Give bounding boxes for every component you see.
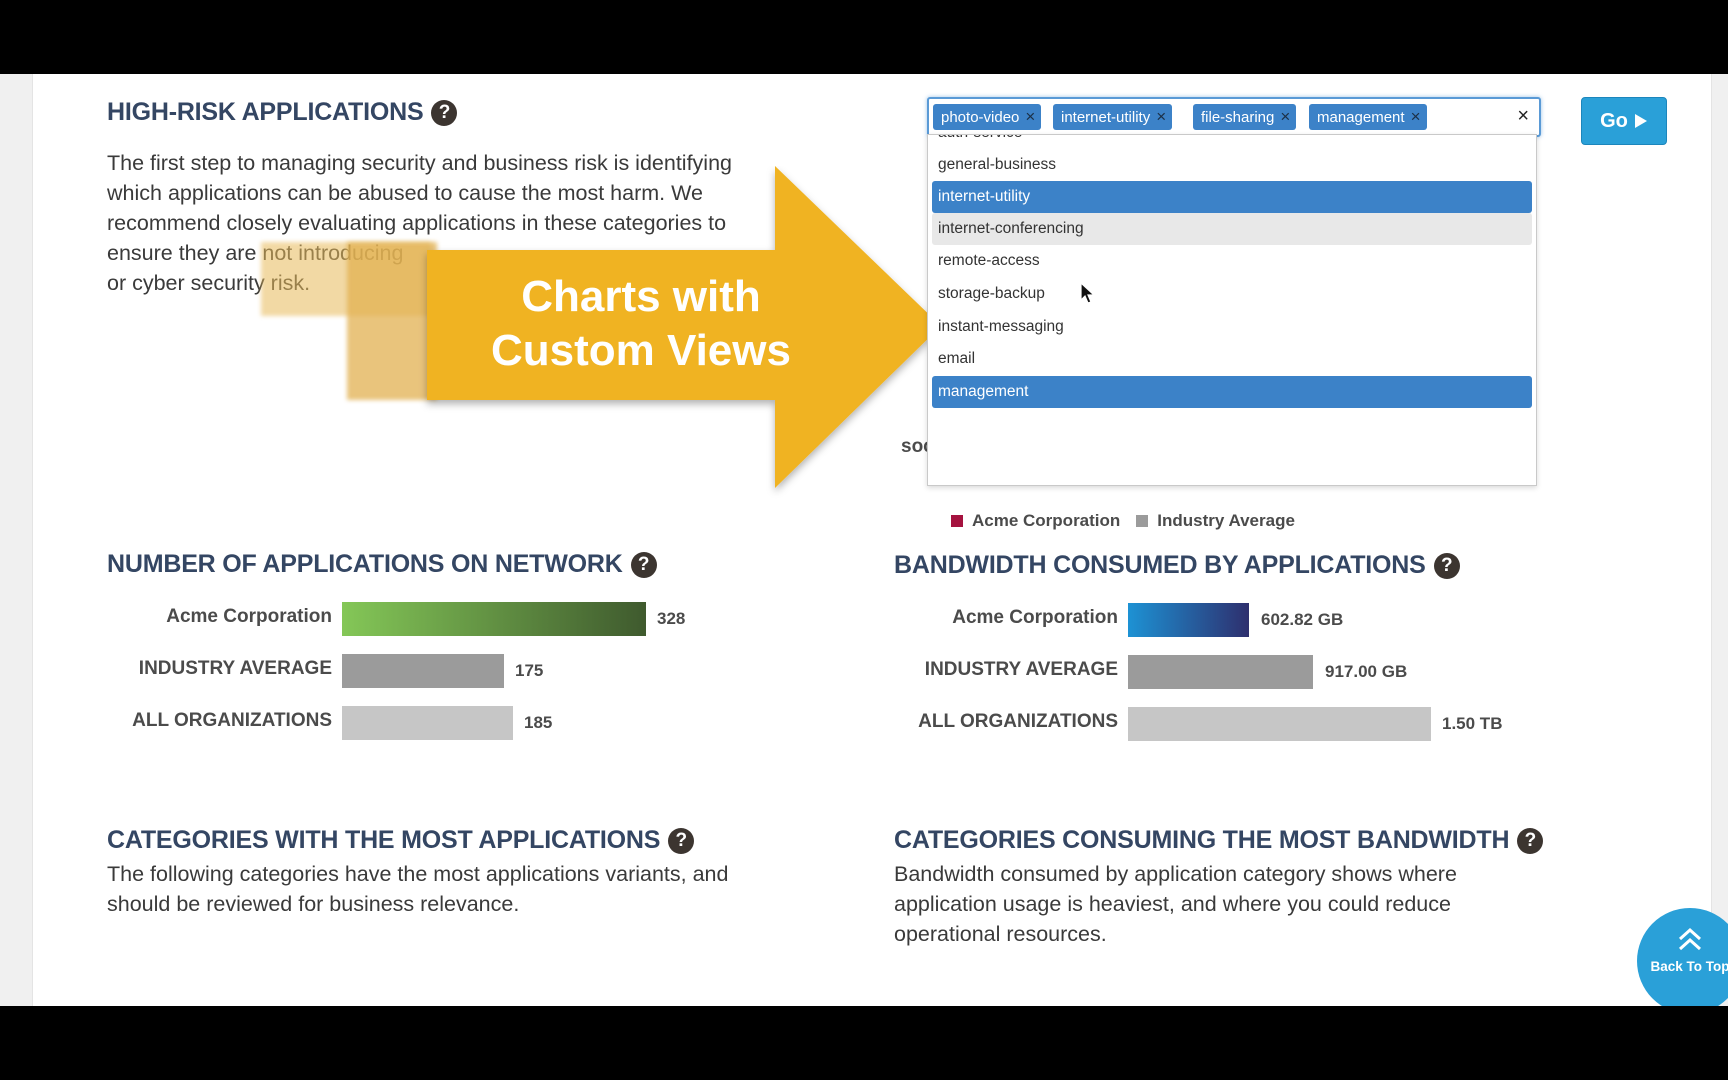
paragraph-line: The following categories have the most a… [107,862,729,886]
bandwidth-value-all: 1.50 TB [1442,714,1503,733]
go-button-label: Go [1600,109,1628,132]
category-dropdown[interactable]: auth-service general-business internet-u… [927,134,1537,486]
back-to-top-label: Back To Top [1650,959,1728,974]
letterbox-bottom [0,1006,1728,1080]
dropdown-option[interactable]: auth-service [932,135,1532,149]
legend-label-acme: Acme Corporation [972,511,1121,530]
bar-label-industry: INDUSTRY AVERAGE [138,658,332,679]
bandwidth-value-industry: 917.00 GB [1325,662,1408,681]
dropdown-option[interactable]: email [932,343,1532,375]
remove-tag-icon[interactable]: × [1280,107,1290,127]
tag-internet-utility: internet-utility × [1053,104,1173,130]
remove-tag-icon[interactable]: × [1156,107,1166,127]
double-chevron-up-icon [1678,927,1702,951]
remove-tag-icon[interactable]: × [1411,107,1421,127]
categories-bandwidth-title: CATEGORIES CONSUMING THE MOST BANDWIDTH … [894,826,1544,855]
help-icon[interactable]: ? [1433,552,1460,579]
page-background: HIGH-RISK APPLICATIONS ? The first step … [0,74,1728,1006]
bandwidth-title-text: BANDWIDTH CONSUMED BY APPLICATIONS [894,551,1426,579]
apps-bar-industry [342,654,504,688]
categories-most-apps-paragraph: The following categories have the most a… [107,859,827,919]
tag-photo-video: photo-video × [933,104,1042,130]
bandwidth-value-acme: 602.82 GB [1261,610,1344,629]
help-icon[interactable]: ? [1517,827,1544,854]
categories-most-apps-title-text: CATEGORIES WITH THE MOST APPLICATIONS [107,826,661,854]
callout-text-line: Custom Views [491,326,791,375]
legend-label-industry: Industry Average [1157,511,1295,530]
bandwidth-title: BANDWIDTH CONSUMED BY APPLICATIONS ? [894,551,1460,580]
bandwidth-bar-all [1128,707,1431,741]
category-multiselect[interactable]: photo-video × internet-utility × file-sh… [927,97,1541,137]
help-icon[interactable]: ? [668,827,695,854]
bar-label-all: ALL ORGANIZATIONS [132,710,332,731]
callout-text-line: Charts with [521,272,761,321]
paragraph-line: Bandwidth consumed by application catego… [894,862,1457,886]
report-content: HIGH-RISK APPLICATIONS ? The first step … [32,74,1728,1006]
dropdown-option-hover[interactable]: internet-conferencing [932,213,1532,245]
help-icon[interactable]: ? [431,99,458,126]
apps-bar-all [342,706,513,740]
risk-legend: Acme Corporation Industry Average [951,511,1295,531]
bandwidth-bar-industry [1128,655,1313,689]
tag-label: photo-video [941,108,1020,126]
tag-management: management × [1309,104,1427,130]
dropdown-option-selected[interactable]: internet-utility [932,181,1532,213]
mouse-cursor-icon [1080,282,1096,304]
clear-selection-icon[interactable]: × [1517,105,1529,128]
categories-bandwidth-title-text: CATEGORIES CONSUMING THE MOST BANDWIDTH [894,826,1510,854]
go-button[interactable]: Go [1581,97,1667,145]
play-triangle-icon [1634,114,1647,128]
dropdown-option[interactable]: instant-messaging [932,311,1532,343]
categories-bandwidth-paragraph: Bandwidth consumed by application catego… [894,859,1574,949]
back-to-top-button[interactable]: Back To Top [1637,908,1728,1006]
tag-file-sharing: file-sharing × [1193,104,1297,130]
bar-label-all: ALL ORGANIZATIONS [918,711,1118,732]
tag-label: management [1317,108,1405,126]
remove-tag-icon[interactable]: × [1025,107,1035,127]
dropdown-option-selected[interactable]: management [932,376,1532,408]
high-risk-title: HIGH-RISK APPLICATIONS ? [107,98,458,127]
apps-value-all: 185 [524,713,553,732]
apps-bar-acme [342,602,646,636]
paragraph-line: application usage is heaviest, and where… [894,892,1451,916]
paragraph-line: operational resources. [894,922,1107,946]
categories-most-apps-title: CATEGORIES WITH THE MOST APPLICATIONS ? [107,826,695,855]
tag-label: file-sharing [1201,108,1275,126]
bar-label-acme: Acme Corporation [166,606,332,627]
bar-label-acme: Acme Corporation [952,607,1118,628]
bar-label-industry: INDUSTRY AVERAGE [924,659,1118,680]
paragraph-line: should be reviewed for business relevanc… [107,892,520,916]
apps-value-industry: 175 [515,661,544,680]
callout-text: Charts with Custom Views [431,270,851,378]
legend-swatch-industry [1136,515,1149,527]
apps-value-acme: 328 [657,609,686,628]
dropdown-option[interactable]: storage-backup [932,278,1532,310]
legend-swatch-acme [951,515,963,527]
dropdown-option[interactable]: general-business [932,149,1532,181]
letterbox-top [0,0,1728,74]
dropdown-option[interactable]: remote-access [932,245,1532,277]
bandwidth-bar-acme [1128,603,1249,637]
high-risk-title-text: HIGH-RISK APPLICATIONS [107,98,424,126]
tag-label: internet-utility [1061,108,1151,126]
